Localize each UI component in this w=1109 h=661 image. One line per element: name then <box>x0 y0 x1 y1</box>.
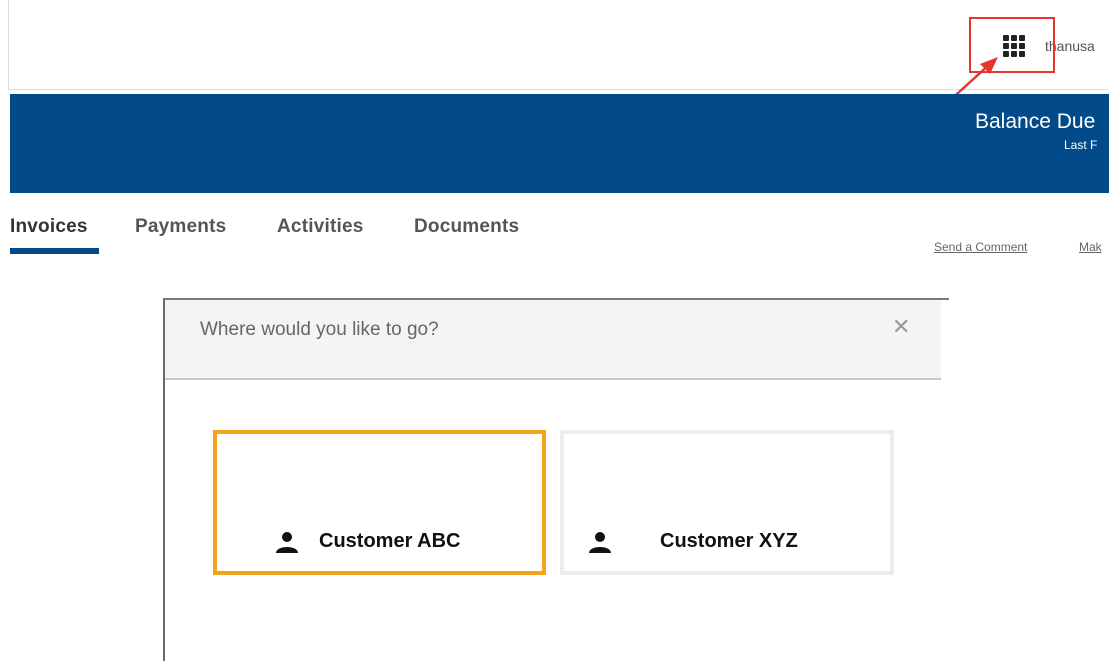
customer-name: Customer ABC <box>319 530 461 552</box>
balance-due-label: Balance Due <box>975 110 1096 133</box>
make-payment-link[interactable]: Mak <box>1079 240 1102 254</box>
apps-grid-icon[interactable] <box>1003 35 1027 59</box>
modal-header: Where would you like to go? ✕ <box>165 300 941 380</box>
destination-modal: Where would you like to go? ✕ Customer A… <box>163 298 949 661</box>
page: thanusa Balance Due Last F Invoices Paym… <box>0 0 1109 661</box>
person-icon <box>276 532 298 553</box>
tab-activities[interactable]: Activities <box>277 216 363 238</box>
account-banner <box>10 94 1109 193</box>
last-payment-label: Last F <box>1064 138 1098 152</box>
customer-card-abc[interactable]: Customer ABC <box>213 430 546 575</box>
person-icon <box>589 532 611 553</box>
close-icon[interactable]: ✕ <box>892 316 910 338</box>
send-comment-link[interactable]: Send a Comment <box>934 240 1027 254</box>
user-name[interactable]: thanusa <box>1045 38 1095 54</box>
tab-payments[interactable]: Payments <box>135 216 226 238</box>
tab-invoices[interactable]: Invoices <box>10 216 88 238</box>
customer-name: Customer XYZ <box>660 530 798 552</box>
top-bar <box>8 0 1109 90</box>
active-tab-indicator <box>10 248 99 254</box>
modal-title: Where would you like to go? <box>200 319 439 340</box>
customer-card-xyz[interactable]: Customer XYZ <box>560 430 894 575</box>
tab-documents[interactable]: Documents <box>414 216 519 238</box>
